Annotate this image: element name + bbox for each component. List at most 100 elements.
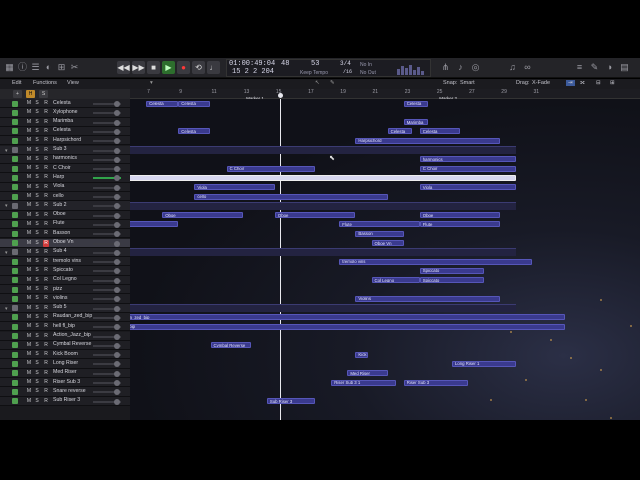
pan-knob[interactable] bbox=[114, 287, 120, 293]
mute-button[interactable]: M bbox=[26, 286, 32, 293]
track-row[interactable]: M S R Celesta bbox=[0, 126, 130, 137]
mute-button[interactable]: M bbox=[26, 240, 32, 247]
pan-knob[interactable] bbox=[114, 194, 120, 200]
track-row[interactable]: M S R Viola bbox=[0, 182, 130, 192]
track-row[interactable]: ▾ M S R Sub 4 bbox=[0, 247, 130, 258]
track-row[interactable]: M S R Basson bbox=[0, 229, 130, 239]
midi-region[interactable]: Raudan_zed_bip bbox=[130, 314, 565, 321]
rewind-button[interactable]: ◀◀ bbox=[117, 61, 130, 74]
lcd-display[interactable]: 01:00:49:04 15 2 2 204 48 53 Keep Tempo … bbox=[226, 59, 431, 77]
midi-region[interactable]: Flute bbox=[339, 221, 420, 228]
mute-button[interactable]: M bbox=[26, 267, 32, 274]
arrow-tool-icon[interactable]: ↖ bbox=[315, 80, 320, 86]
record-enable-button[interactable]: R bbox=[43, 267, 49, 274]
inspector-icon[interactable]: ⓘ bbox=[17, 62, 28, 73]
pan-knob[interactable] bbox=[114, 352, 120, 359]
track-name[interactable]: Celesta bbox=[53, 127, 71, 133]
mute-button[interactable]: M bbox=[26, 202, 32, 209]
record-enable-button[interactable]: R bbox=[43, 295, 49, 302]
global-solo-button[interactable]: S bbox=[39, 90, 48, 98]
track-row[interactable]: M S R Celesta bbox=[0, 99, 130, 109]
pan-knob[interactable] bbox=[114, 380, 120, 386]
snap-select[interactable]: Smart bbox=[460, 80, 475, 86]
midi-region[interactable]: cello bbox=[194, 193, 388, 200]
solo-button[interactable]: S bbox=[34, 240, 40, 247]
folder-region[interactable]: Sub 5 bbox=[130, 304, 517, 313]
record-enable-button[interactable]: R bbox=[43, 193, 49, 200]
pan-knob[interactable] bbox=[114, 128, 120, 135]
disclosure-triangle-icon[interactable]: ▾ bbox=[5, 203, 8, 209]
solo-button[interactable]: S bbox=[34, 258, 40, 265]
mute-button[interactable]: M bbox=[26, 398, 32, 405]
record-enable-button[interactable]: R bbox=[43, 379, 49, 386]
record-enable-button[interactable]: R bbox=[43, 370, 49, 377]
record-enable-button[interactable]: R bbox=[43, 212, 49, 219]
mute-button[interactable]: M bbox=[26, 212, 32, 219]
pan-knob[interactable] bbox=[114, 333, 120, 340]
mute-button[interactable]: M bbox=[26, 314, 32, 321]
track-name[interactable]: Oboe Vn bbox=[53, 239, 73, 245]
track-name[interactable]: hell fl_bip bbox=[53, 323, 75, 329]
midi-region[interactable]: Oboe Vn bbox=[371, 240, 404, 246]
solo-button[interactable]: S bbox=[34, 314, 40, 321]
track-name[interactable]: Med Riser bbox=[53, 369, 77, 375]
record-enable-button[interactable]: R bbox=[43, 119, 49, 126]
record-enable-button[interactable]: R bbox=[43, 174, 49, 181]
midi-region[interactable]: Flute bbox=[130, 221, 179, 228]
record-enable-button[interactable]: R bbox=[43, 165, 49, 172]
list-editor-icon[interactable]: ≡ bbox=[574, 62, 585, 73]
hide-button[interactable]: H bbox=[26, 90, 35, 98]
track-name[interactable]: Kick Boom bbox=[53, 351, 78, 357]
midi-region[interactable]: Harpsichord bbox=[355, 137, 501, 144]
track-row[interactable]: M S R Kick Boom bbox=[0, 350, 130, 360]
smart-controls-icon[interactable]: ◐ bbox=[43, 62, 54, 73]
track-row[interactable]: ▾ M S R Sub 5 bbox=[0, 303, 130, 313]
record-enable-button[interactable]: R bbox=[43, 351, 49, 358]
pan-knob[interactable] bbox=[114, 101, 120, 107]
midi-region[interactable]: Riser Sub 3 bbox=[403, 379, 469, 386]
disclosure-triangle-icon[interactable]: ▾ bbox=[5, 250, 8, 256]
track-name[interactable]: Oboe bbox=[53, 211, 66, 217]
mute-button[interactable]: M bbox=[26, 100, 32, 107]
track-name[interactable]: Marimba bbox=[53, 118, 73, 124]
record-enable-button[interactable]: R bbox=[43, 147, 49, 154]
track-name[interactable]: harmonics bbox=[53, 155, 77, 161]
mute-button[interactable]: M bbox=[26, 230, 32, 237]
track-name[interactable]: Sub 2 bbox=[53, 202, 67, 208]
record-enable-button[interactable]: R bbox=[43, 109, 49, 116]
pan-knob[interactable] bbox=[114, 175, 120, 182]
solo-button[interactable]: S bbox=[34, 156, 40, 163]
pan-knob[interactable] bbox=[114, 361, 120, 368]
pan-knob[interactable] bbox=[114, 119, 120, 126]
menu-view[interactable]: View bbox=[67, 80, 79, 86]
pan-knob[interactable] bbox=[114, 212, 120, 219]
solo-button[interactable]: S bbox=[34, 147, 40, 154]
track-row[interactable]: M S Rtremolo vins bbox=[0, 257, 130, 267]
midi-region[interactable]: Riser Sub 3 1 bbox=[331, 379, 396, 386]
midi-region[interactable]: Kick bbox=[355, 351, 369, 358]
pan-knob[interactable] bbox=[114, 389, 120, 396]
record-enable-button[interactable]: R bbox=[43, 100, 49, 107]
record-enable-button[interactable]: R bbox=[43, 342, 49, 349]
playhead-handle[interactable] bbox=[277, 93, 283, 98]
track-row[interactable]: M S R Marimba bbox=[0, 117, 130, 127]
track-name[interactable]: Snare reverse bbox=[53, 388, 86, 394]
solo-button[interactable]: S bbox=[34, 212, 40, 219]
track-name[interactable]: C Choir bbox=[53, 165, 71, 171]
pan-knob[interactable] bbox=[114, 203, 120, 210]
track-name[interactable]: Cymbal Reverse bbox=[53, 341, 91, 347]
mute-button[interactable]: M bbox=[26, 305, 32, 312]
record-enable-button[interactable]: R bbox=[43, 230, 49, 237]
midi-region[interactable]: Viola bbox=[194, 184, 275, 191]
solo-button[interactable]: S bbox=[34, 202, 40, 209]
midi-region[interactable]: Harp bbox=[130, 174, 517, 181]
solo-button[interactable]: S bbox=[34, 360, 40, 367]
mute-button[interactable]: M bbox=[26, 351, 32, 358]
pan-knob[interactable] bbox=[114, 314, 120, 321]
track-name[interactable]: Sub 5 bbox=[53, 304, 67, 310]
mute-button[interactable]: M bbox=[26, 137, 32, 144]
mixer-icon[interactable]: ⊞ bbox=[56, 62, 67, 73]
track-name[interactable]: Xylophone bbox=[53, 109, 78, 115]
midi-region[interactable]: Celesta bbox=[146, 100, 179, 107]
zoom-out-icon[interactable]: ⊟ bbox=[596, 80, 601, 86]
